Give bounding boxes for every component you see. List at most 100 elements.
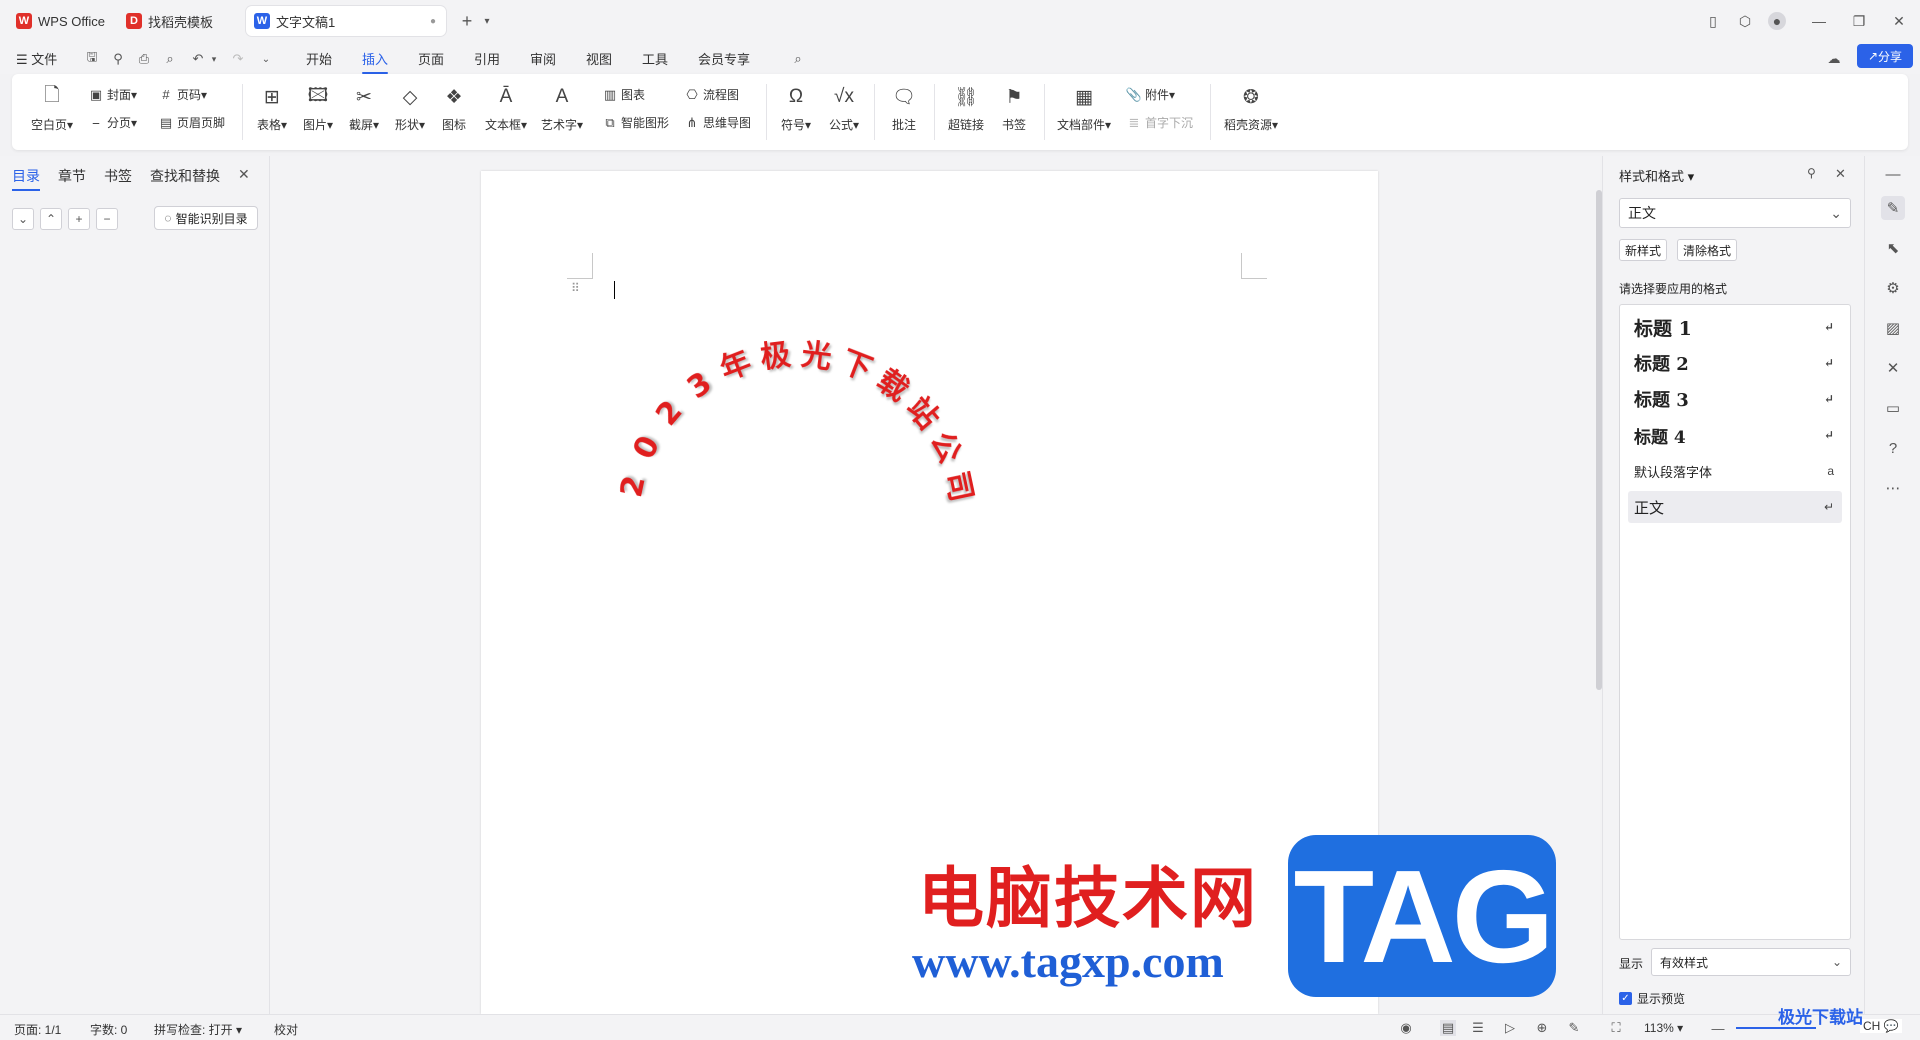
print-preview-icon[interactable]: ⌕ xyxy=(162,51,178,67)
wordart-button[interactable]: A 艺术字▾ xyxy=(538,84,586,133)
tab-wps-office[interactable]: W WPS Office xyxy=(8,6,114,36)
checkbox-checked-icon[interactable]: ✓ xyxy=(1619,992,1632,1005)
comment-button[interactable]: 🗨 批注 xyxy=(884,84,924,133)
eye-icon[interactable]: ◉ xyxy=(1398,1020,1414,1036)
attachment-button[interactable]: 📎 附件 ▾ xyxy=(1126,86,1175,103)
doc-parts-button[interactable]: ▦ 文档部件▾ xyxy=(1054,84,1114,133)
tab-document-1[interactable]: W 文字文稿1 ● xyxy=(246,6,446,36)
image-edit-icon[interactable]: ▨ xyxy=(1881,316,1905,340)
print-icon[interactable]: ⎙ xyxy=(136,51,152,67)
page-view-icon[interactable]: ▤ xyxy=(1440,1020,1456,1036)
add-level-button[interactable]: + xyxy=(68,208,90,230)
zoom-out-icon[interactable]: — xyxy=(1710,1020,1726,1036)
close-icon[interactable]: ✕ xyxy=(1835,166,1846,182)
collapse-icon[interactable]: — xyxy=(1881,162,1905,186)
collapse-up-button[interactable]: ⌃ xyxy=(40,208,62,230)
smart-graphic-button[interactable]: ⧉ 智能图形 xyxy=(602,114,669,131)
chart-button[interactable]: ▥ 图表 xyxy=(602,86,645,103)
header-footer-button[interactable]: ▤ 页眉页脚 xyxy=(158,114,225,131)
tab-page[interactable]: 页面 xyxy=(418,49,444,68)
help-icon[interactable]: ? xyxy=(1881,436,1905,460)
pin-icon[interactable]: ⚲ xyxy=(1807,166,1816,180)
adjust-sliders-icon[interactable]: ⚙ xyxy=(1881,276,1905,300)
tab-view[interactable]: 视图 xyxy=(586,49,612,68)
zoom-level[interactable]: 113% ▾ xyxy=(1644,1021,1683,1035)
cube-icon[interactable]: ⬡ xyxy=(1736,12,1754,30)
style-heading-4[interactable]: 标题 4 ↵ xyxy=(1628,419,1842,451)
proofread-button[interactable]: 校对 xyxy=(274,1021,298,1038)
tab-review[interactable]: 审阅 xyxy=(530,49,556,68)
undo-dropdown-icon[interactable]: ▾ xyxy=(206,51,222,67)
style-body[interactable]: 正文 ↵ xyxy=(1628,491,1842,523)
tab-home[interactable]: 开始 xyxy=(306,49,332,68)
cover-button[interactable]: ▣ 封面 ▾ xyxy=(88,86,137,103)
show-preview-option[interactable]: ✓ 显示预览 xyxy=(1619,990,1685,1007)
play-icon[interactable]: ▷ xyxy=(1502,1020,1518,1036)
link-icon[interactable]: ⚲ xyxy=(110,51,126,67)
expand-down-button[interactable]: ⌄ xyxy=(12,208,34,230)
new-style-button[interactable]: 新样式 xyxy=(1619,239,1668,261)
textbox-button[interactable]: Ā 文本框▾ xyxy=(482,84,530,133)
mindmap-button[interactable]: ⋔ 思维导图 xyxy=(684,114,751,131)
share-button[interactable]: ↗ 分享 xyxy=(1857,44,1913,68)
tab-member[interactable]: 会员专享 xyxy=(698,49,750,68)
tab-insert[interactable]: 插入 xyxy=(362,49,389,74)
more-chevron-icon[interactable]: ⌄ xyxy=(258,51,274,67)
layout-icon[interactable]: ▯ xyxy=(1704,12,1722,30)
select-cursor-icon[interactable]: ⬉ xyxy=(1881,236,1905,260)
wordart-arc[interactable]: 2023年极光下载站公司 xyxy=(606,326,1006,556)
style-heading-3[interactable]: 标题 3 ↵ xyxy=(1628,383,1842,415)
fit-page-icon[interactable]: ⛶ xyxy=(1608,1020,1624,1036)
screenshot-button[interactable]: ✂ 截屏▾ xyxy=(344,84,384,133)
shape-button[interactable]: ◇ 形状▾ xyxy=(390,84,430,133)
smart-toc-button[interactable]: ◌ 智能识别目录 xyxy=(154,206,258,230)
book-icon[interactable]: ▭ xyxy=(1881,396,1905,420)
input-method-indicator[interactable]: CH 💬 xyxy=(1860,1019,1902,1033)
formula-button[interactable]: √x 公式▾ xyxy=(824,84,864,133)
close-pane-icon[interactable]: ✕ xyxy=(238,166,250,183)
chevron-down-icon[interactable]: ▾ xyxy=(478,12,496,30)
symbol-button[interactable]: Ω 符号▾ xyxy=(776,84,816,133)
remove-level-button[interactable]: − xyxy=(96,208,118,230)
avatar[interactable]: ● xyxy=(1768,12,1786,30)
page-count[interactable]: 页面: 1/1 xyxy=(14,1021,61,1038)
restore-icon[interactable]: ❐ xyxy=(1850,12,1868,30)
blank-page-button[interactable]: 🗋 空白页▾ xyxy=(30,84,74,133)
unsaved-dot-icon[interactable]: ● xyxy=(430,16,436,27)
web-view-icon[interactable]: ⊕ xyxy=(1534,1020,1550,1036)
more-icon[interactable]: ⋯ xyxy=(1881,476,1905,500)
tab-toc[interactable]: 目录 xyxy=(12,166,40,191)
style-heading-1[interactable]: 标题 1 ↵ xyxy=(1628,311,1842,343)
drag-handle-icon[interactable]: ⠿ xyxy=(571,281,580,295)
minimize-icon[interactable]: — xyxy=(1810,12,1828,30)
pen-style-icon[interactable]: ✎ xyxy=(1881,196,1905,220)
tab-references[interactable]: 引用 xyxy=(474,49,500,68)
flowchart-button[interactable]: ⎔ 流程图 xyxy=(684,86,739,103)
spell-check-status[interactable]: 拼写检查: 打开 ▾ xyxy=(154,1021,242,1038)
pen-icon[interactable]: ✎ xyxy=(1566,1020,1582,1036)
close-icon[interactable]: ✕ xyxy=(1890,12,1908,30)
tab-bookmarks[interactable]: 书签 xyxy=(104,166,132,186)
page-break-button[interactable]: ⎯ 分页 ▾ xyxy=(88,114,137,131)
redo-icon[interactable]: ↷ xyxy=(230,51,246,67)
styles-pane-title[interactable]: 样式和格式 ▾ xyxy=(1619,166,1694,185)
undo-icon[interactable]: ↶ xyxy=(190,51,206,67)
current-style-select[interactable]: 正文 ⌄ xyxy=(1619,198,1851,228)
file-menu[interactable]: ☰ 文件 xyxy=(16,49,57,68)
tab-chapters[interactable]: 章节 xyxy=(58,166,86,186)
style-default-para-font[interactable]: 默认段落字体 a xyxy=(1628,455,1842,487)
page-number-button[interactable]: # 页码 ▾ xyxy=(158,86,207,103)
word-count[interactable]: 字数: 0 xyxy=(90,1021,127,1038)
icon-button[interactable]: ❖ 图标 xyxy=(436,84,472,133)
cloud-icon[interactable]: ☁ xyxy=(1826,51,1842,67)
search-icon[interactable]: ⌕ xyxy=(790,51,806,67)
show-filter-select[interactable]: 有效样式 ⌄ xyxy=(1651,948,1851,976)
bookmark-button[interactable]: ⚑ 书签 xyxy=(996,84,1032,133)
drop-cap-button[interactable]: ≣ 首字下沉 xyxy=(1126,114,1193,131)
tab-docer-templates[interactable]: D 找稻壳模板 xyxy=(118,6,240,36)
save-icon[interactable]: 🖫 xyxy=(84,49,100,67)
hyperlink-button[interactable]: ⛓ 超链接 xyxy=(944,84,988,133)
docer-resources-button[interactable]: ❂ 稻壳资源▾ xyxy=(1220,84,1282,133)
style-heading-2[interactable]: 标题 2 ↵ xyxy=(1628,347,1842,379)
outline-view-icon[interactable]: ☰ xyxy=(1470,1020,1486,1036)
